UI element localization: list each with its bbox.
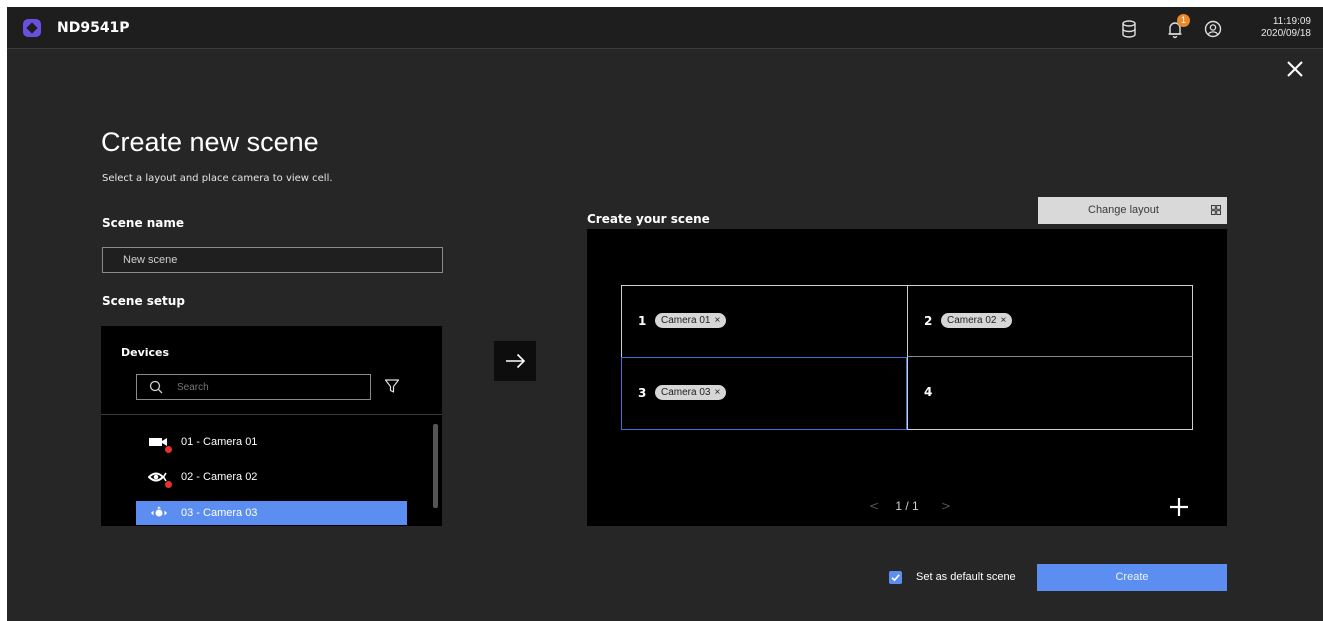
device-item-camera-03[interactable]: 03 - Camera 03 [136,501,407,525]
camera-chip: Camera 03 × [655,385,727,400]
page-next-button[interactable]: > [941,499,951,513]
scene-cell-4[interactable]: 4 [907,357,1193,430]
panel-divider [101,414,442,415]
remove-camera-icon[interactable]: × [1000,315,1006,326]
device-label: 03 - Camera 03 [181,507,258,519]
create-button[interactable]: Create [1037,564,1227,591]
notification-badge: 1 [1177,14,1190,27]
top-bar: ND9541P 1 11:19:09 2020/09/18 [7,7,1323,49]
camera-chip: Camera 02 × [941,313,1013,328]
clock: 11:19:09 2020/09/18 [1245,16,1311,40]
camera-chip: Camera 01 × [655,313,727,328]
camera-chip-label: Camera 03 [661,387,711,398]
device-search-box[interactable] [136,374,371,400]
scene-setup-label: Scene setup [102,294,185,308]
offline-status-dot [165,446,172,453]
change-layout-label: Change layout [1088,204,1159,216]
search-icon [149,380,163,394]
default-scene-label: Set as default scene [916,571,1016,583]
scene-title: Create your scene [587,212,710,226]
clock-date: 2020/09/18 [1260,28,1311,39]
remove-camera-icon[interactable]: × [714,315,720,326]
device-label: 01 - Camera 01 [181,436,258,448]
create-button-label: Create [1115,571,1149,583]
device-item-camera-01[interactable]: 01 - Camera 01 [136,430,407,454]
devices-title: Devices [121,346,170,359]
device-list-scrollbar[interactable] [433,424,438,508]
clock-time: 11:19:09 [1272,16,1311,27]
cell-number: 4 [924,385,933,399]
add-to-scene-arrow-icon[interactable] [494,341,536,381]
device-search-input[interactable] [177,380,357,394]
devices-panel: Devices 01 - Camera 01 [101,326,442,526]
app-window: ND9541P 1 11:19:09 2020/09/18 Create new… [7,7,1323,621]
device-name: ND9541P [57,20,130,36]
camera-chip-label: Camera 01 [661,315,711,326]
vivotek-logo-icon[interactable] [23,19,41,37]
scene-cell-3[interactable]: 3 Camera 03 × [621,357,907,430]
device-item-camera-02[interactable]: 02 - Camera 02 [136,465,407,489]
cell-number: 2 [924,314,933,328]
scene-canvas: 1 Camera 01 × 2 Camera 02 × 3 Camera 03 × 4… [587,229,1227,526]
ptz-camera-icon [151,506,167,517]
scene-name-label: Scene name [102,216,185,230]
cell-number: 3 [638,386,647,400]
page-subtitle: Select a layout and place camera to view… [102,173,333,184]
page-title: Create new scene [101,127,319,157]
offline-status-dot [165,481,172,488]
scene-cell-1[interactable]: 1 Camera 01 × [621,285,907,357]
device-label: 02 - Camera 02 [181,471,258,483]
scene-cell-2[interactable]: 2 Camera 02 × [907,285,1193,357]
storage-icon[interactable] [1119,19,1139,39]
cell-number: 1 [638,314,647,328]
grid-layout-icon [1211,205,1221,215]
change-layout-button[interactable]: Change layout [1038,197,1227,224]
default-scene-checkbox[interactable] [889,571,902,584]
filter-icon[interactable] [384,378,400,394]
scene-name-input[interactable] [102,247,443,273]
user-icon[interactable] [1203,19,1223,39]
add-page-plus-icon[interactable] [1169,497,1189,517]
camera-chip-label: Camera 02 [947,315,997,326]
remove-camera-icon[interactable]: × [714,387,720,398]
close-icon[interactable] [1284,58,1306,80]
